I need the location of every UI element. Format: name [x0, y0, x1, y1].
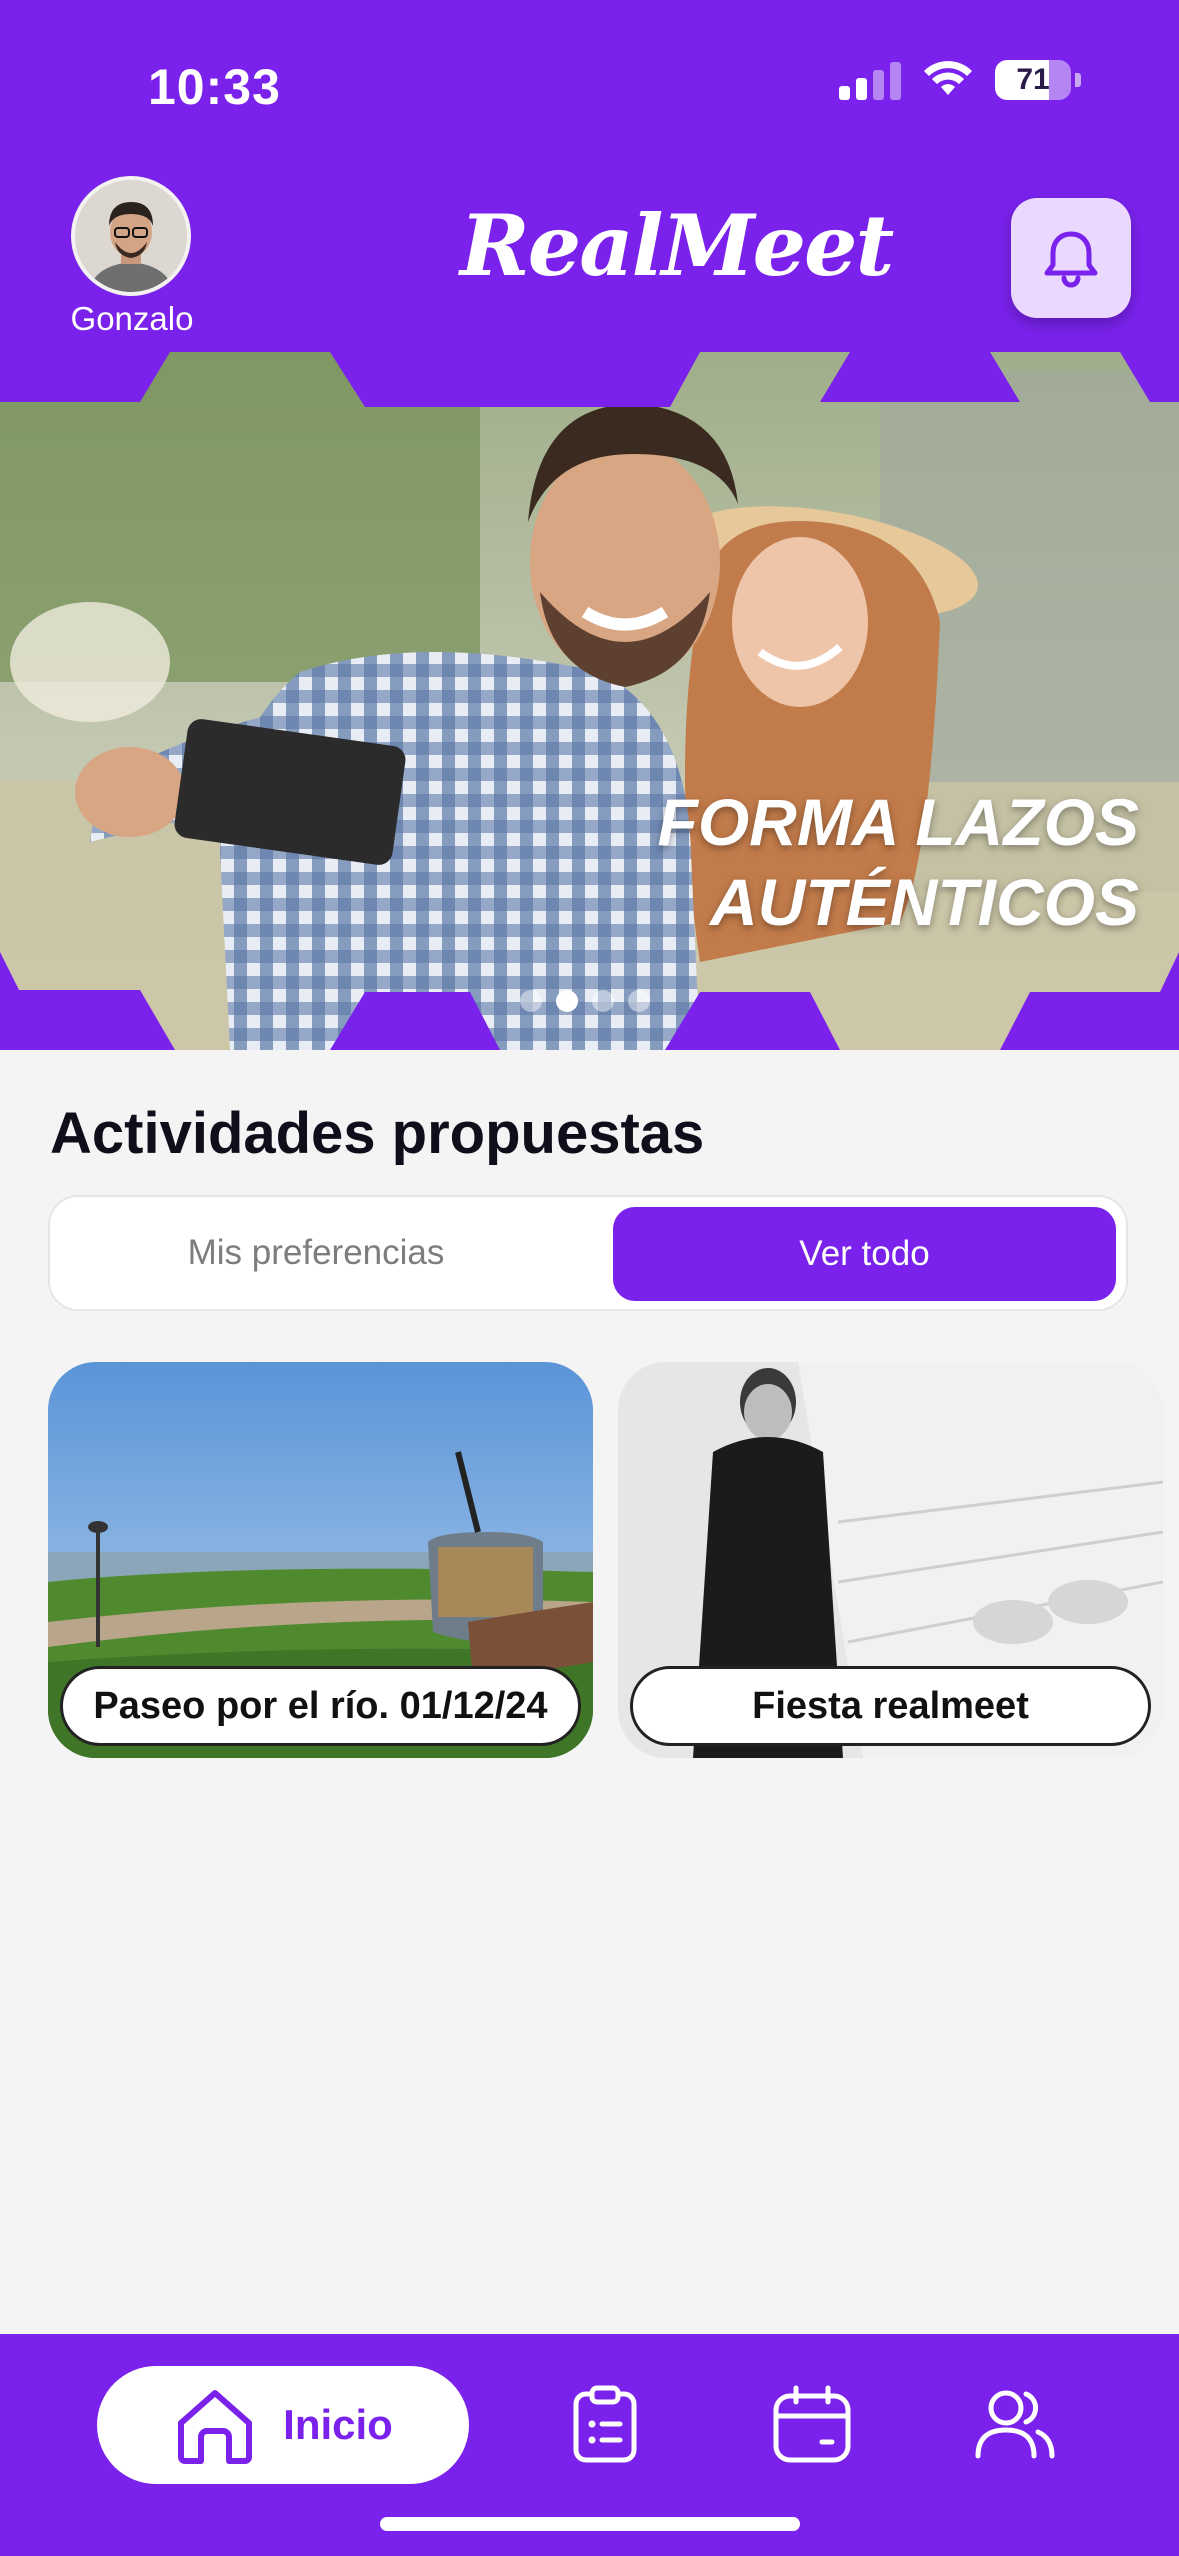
activity-card[interactable]: Fiesta realmeet [618, 1362, 1163, 1758]
carousel-dot[interactable] [592, 990, 614, 1012]
tab-mis-preferencias[interactable]: Mis preferencias [50, 1197, 582, 1309]
activity-card[interactable]: Paseo por el río. 01/12/24 [48, 1362, 593, 1758]
activity-card-label: Fiesta realmeet [630, 1666, 1151, 1746]
hero-banner[interactable]: FORMA LAZOS AUTÉNTICOS [0, 352, 1179, 1050]
section-title: Actividades propuestas [50, 1101, 705, 1166]
users-icon[interactable] [972, 2384, 1056, 2464]
clipboard-icon[interactable] [570, 2384, 640, 2464]
activity-card-label: Paseo por el río. 01/12/24 [60, 1666, 581, 1746]
home-icon [178, 2390, 253, 2464]
bell-icon [1044, 231, 1098, 288]
hero-line-2: AUTÉNTICOS [710, 865, 1139, 939]
user-name: Gonzalo [70, 300, 194, 337]
carousel-dot[interactable] [520, 990, 542, 1012]
notifications-button[interactable] [1011, 198, 1131, 318]
battery-icon: 71 [995, 60, 1071, 100]
status-indicators: 71 [839, 60, 1081, 100]
signal-icon [839, 60, 901, 100]
battery-level: 71 [1016, 63, 1050, 96]
carousel-dot[interactable] [628, 990, 650, 1012]
top-header-area: 10:33 71 Gonzalo RealMeet FORMA LAZOS AU… [0, 0, 1179, 1050]
filter-segmented-control: Mis preferencias Ver todo [48, 1195, 1128, 1311]
wifi-icon [924, 61, 972, 95]
carousel-dots[interactable] [520, 990, 650, 1012]
hero-photo [0, 352, 1179, 1050]
tab-ver-todo[interactable]: Ver todo [613, 1207, 1116, 1301]
nav-home-label: Inicio [283, 2401, 393, 2448]
app-logo: RealMeet [460, 196, 894, 295]
hero-line-1: FORMA LAZOS [657, 785, 1140, 859]
hero-headline: FORMA LAZOS AUTÉNTICOS [658, 782, 1140, 942]
carousel-dot-active[interactable] [556, 990, 578, 1012]
home-indicator [380, 2517, 800, 2531]
avatar[interactable] [71, 176, 191, 296]
calendar-icon[interactable] [770, 2384, 854, 2464]
status-time: 10:33 [148, 59, 281, 115]
nav-home-button[interactable]: Inicio [97, 2366, 469, 2484]
